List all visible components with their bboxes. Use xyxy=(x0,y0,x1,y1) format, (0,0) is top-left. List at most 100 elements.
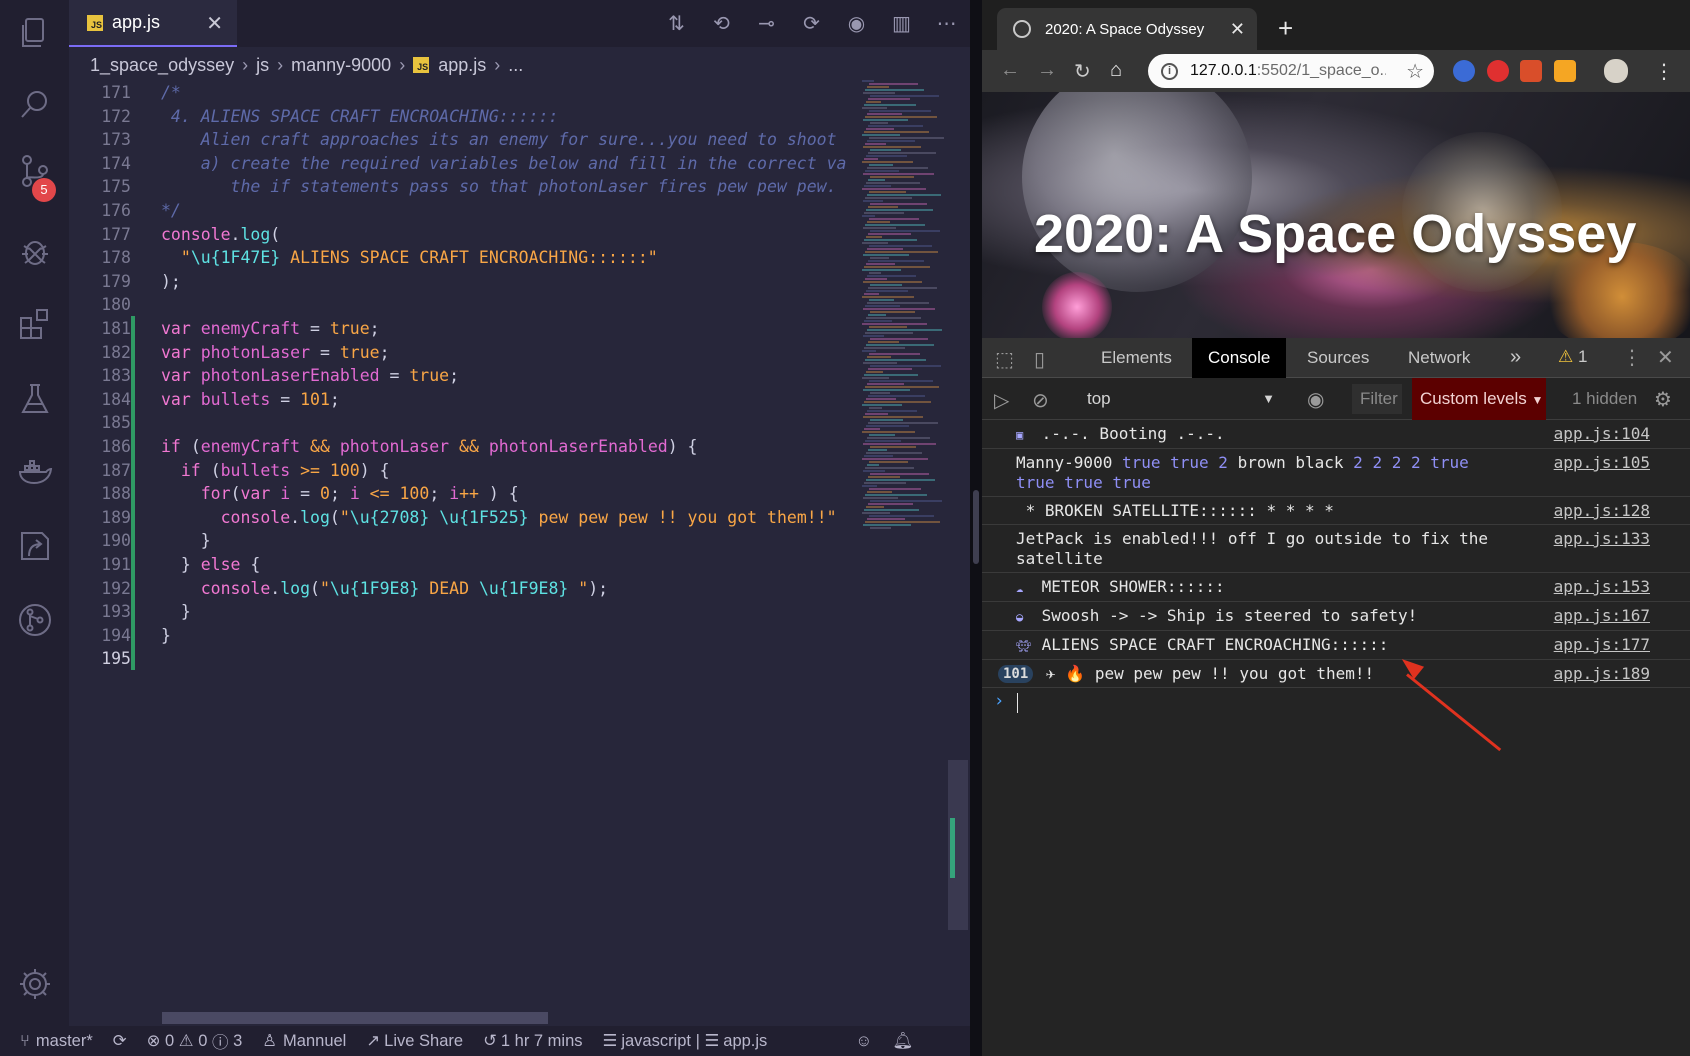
code-line[interactable]: 182 var photonLaser = true; xyxy=(69,340,859,365)
split-handle[interactable] xyxy=(973,490,979,564)
devtools-menu-icon[interactable]: ⋮ xyxy=(1622,345,1642,370)
forward-arrow-icon[interactable]: → xyxy=(1037,59,1057,82)
source-link[interactable]: app.js:133 xyxy=(1554,529,1650,549)
console-message[interactable]: 👾︎ ALIENS SPACE CRAFT ENCROACHING:::::: a… xyxy=(982,631,1690,660)
sidebar-toggle-icon[interactable]: ▷ xyxy=(994,388,1009,413)
filter-input[interactable]: Filter xyxy=(1352,384,1402,414)
breadcrumb-item[interactable]: js xyxy=(256,55,269,76)
source-link[interactable]: app.js:167 xyxy=(1554,606,1650,626)
search-icon[interactable] xyxy=(16,86,54,124)
breadcrumb-item[interactable]: 1_space_odyssey xyxy=(90,55,234,76)
code-line[interactable]: 193 } xyxy=(69,599,859,624)
tab-network[interactable]: Network xyxy=(1408,338,1470,378)
minimap[interactable] xyxy=(862,80,950,550)
source-link[interactable]: app.js:104 xyxy=(1554,424,1650,444)
debug-icon[interactable] xyxy=(16,233,54,271)
code-line[interactable]: 178 "\u{1F47E} ALIENS SPACE CRAFT ENCROA… xyxy=(69,245,859,270)
code-line[interactable]: 177 console.log( xyxy=(69,222,859,247)
live-expression-eye-icon[interactable]: ◉ xyxy=(1307,387,1324,412)
code-line[interactable]: 195 xyxy=(69,646,859,671)
code-line[interactable]: 184 var bullets = 101; xyxy=(69,387,859,412)
code-line[interactable]: 181 var enemyCraft = true; xyxy=(69,316,859,341)
back-arrow-icon[interactable]: ← xyxy=(1000,59,1020,82)
split-editor-icon[interactable]: ▥ xyxy=(888,10,915,37)
address-bar[interactable]: i 127.0.0.1:5502/1_space_o... ☆ xyxy=(1148,54,1434,88)
go-forward-icon[interactable]: ⟳ xyxy=(798,10,825,37)
code-line[interactable]: 190 } xyxy=(69,528,859,553)
more-tabs-chevron-icon[interactable]: » xyxy=(1510,346,1521,369)
code-line[interactable]: 173 Alien craft approaches its an enemy … xyxy=(69,127,859,152)
testing-flask-icon[interactable] xyxy=(16,380,54,418)
new-tab-icon[interactable]: + xyxy=(1278,13,1293,44)
compare-changes-icon[interactable]: ⇅ xyxy=(663,10,690,37)
console-message[interactable]: ◒ Swoosh -> -> Ship is steered to safety… xyxy=(982,602,1690,631)
code-line[interactable]: 176 */ xyxy=(69,198,859,223)
console-prompt[interactable]: › xyxy=(982,688,1690,716)
remote-explorer-icon[interactable] xyxy=(16,527,54,565)
code-line[interactable]: 191 } else { xyxy=(69,552,859,577)
clear-console-icon[interactable]: ⊘ xyxy=(1032,388,1049,413)
close-icon[interactable]: ✕ xyxy=(206,11,223,36)
browser-tab[interactable]: 2020: A Space Odyssey ✕ xyxy=(997,8,1257,50)
tab-app-js[interactable]: JS app.js ✕ xyxy=(69,0,237,47)
code-line[interactable]: 188 for(var i = 0; i <= 100; i++ ) { xyxy=(69,481,859,506)
code-line[interactable]: 172 4. ALIENS SPACE CRAFT ENCROACHING:::… xyxy=(69,104,859,129)
source-link[interactable]: app.js:105 xyxy=(1554,453,1650,473)
commit-icon[interactable]: ⊸ xyxy=(753,10,780,37)
time-tracker[interactable]: ↺ 1 hr 7 mins xyxy=(483,1031,582,1051)
tab-console[interactable]: Console xyxy=(1192,338,1287,378)
bookmark-star-icon[interactable]: ☆ xyxy=(1406,59,1424,84)
reload-icon[interactable]: ↻ xyxy=(1074,59,1091,84)
source-link[interactable]: app.js:177 xyxy=(1554,635,1650,655)
git-graph-icon[interactable] xyxy=(16,601,54,639)
go-back-icon[interactable]: ⟲ xyxy=(708,10,735,37)
language-mode[interactable]: ☰ javascript | ☰ app.js xyxy=(603,1031,768,1051)
code-line[interactable]: 192 console.log("\u{1F9E8} DEAD \u{1F9E8… xyxy=(69,576,859,601)
code-line[interactable]: 194} xyxy=(69,623,859,648)
console-message[interactable]: Manny-9000 true true 2 brown black 2 2 2… xyxy=(982,449,1690,497)
source-link[interactable]: app.js:153 xyxy=(1554,577,1650,597)
live-share-button[interactable]: ↗ Live Share xyxy=(366,1031,463,1051)
problems-indicator[interactable]: ⊗ 0 ⚠ 0 ⓘ 3 xyxy=(147,1029,243,1053)
explorer-icon[interactable] xyxy=(16,14,54,52)
extensions-icon[interactable] xyxy=(16,305,54,343)
more-actions-icon[interactable]: ⋯ xyxy=(933,10,960,37)
breadcrumb-item[interactable]: app.js xyxy=(438,55,486,76)
close-devtools-icon[interactable]: ✕ xyxy=(1657,345,1674,370)
settings-gear-icon[interactable] xyxy=(16,965,54,1003)
tab-sources[interactable]: Sources xyxy=(1307,338,1369,378)
close-icon[interactable]: ✕ xyxy=(1230,19,1245,40)
code-line[interactable]: 187 if (bullets >= 100) { xyxy=(69,458,859,483)
console-settings-gear-icon[interactable]: ⚙ xyxy=(1654,387,1672,412)
breadcrumb-item[interactable]: manny-9000 xyxy=(291,55,391,76)
home-icon[interactable]: ⌂ xyxy=(1110,59,1122,82)
user-status[interactable]: ♙ Mannuel xyxy=(262,1031,346,1051)
code-line[interactable]: 186 if (enemyCraft && photonLaser && phot… xyxy=(69,434,859,459)
profile-avatar[interactable] xyxy=(1604,59,1628,83)
code-line[interactable]: 179); xyxy=(69,269,859,294)
code-line[interactable]: 183 var photonLaserEnabled = true; xyxy=(69,363,859,388)
console-message[interactable]: ☁ METEOR SHOWER:::::: app.js:153 xyxy=(982,573,1690,602)
code-line[interactable]: 175 the if statements pass so that photo… xyxy=(69,174,859,199)
warning-count[interactable]: ⚠ 1 xyxy=(1558,347,1587,367)
extension-rocket-icon[interactable] xyxy=(1520,60,1542,82)
docker-icon[interactable] xyxy=(16,453,54,491)
info-icon[interactable]: i xyxy=(1161,62,1178,80)
notifications-bell-icon[interactable]: 🔔︎ xyxy=(892,1032,913,1051)
breadcrumb-item[interactable]: ... xyxy=(508,55,523,76)
code-line[interactable]: 189 console.log("\u{2708} \u{1F525} pew … xyxy=(69,505,859,530)
console-message[interactable]: * BROKEN SATELLITE:::::: * * * * app.js:1… xyxy=(982,497,1690,525)
code-editor[interactable]: 171 /* 172 4. ALIENS SPACE CRAFT ENCROACHI… xyxy=(69,80,859,1010)
device-toolbar-icon[interactable]: ▯ xyxy=(1034,347,1045,372)
extension-hand-icon[interactable] xyxy=(1487,60,1509,82)
git-branch[interactable]: ⑂ master* xyxy=(20,1032,93,1051)
tab-elements[interactable]: Elements xyxy=(1101,338,1172,378)
code-line[interactable]: 174 a) create the required variables bel… xyxy=(69,151,859,176)
console-message[interactable]: JetPack is enabled!!! off I go outside t… xyxy=(982,525,1690,573)
code-line[interactable]: 180 xyxy=(69,292,859,317)
context-select[interactable]: top ▼ xyxy=(1087,386,1287,412)
console-message[interactable]: 101 ✈ 🔥 pew pew pew !! you got them!! app.… xyxy=(982,660,1690,688)
sync-icon[interactable]: ⟳ xyxy=(113,1031,127,1051)
extension-eye-icon[interactable] xyxy=(1453,60,1475,82)
horizontal-scrollbar[interactable] xyxy=(162,1012,548,1024)
